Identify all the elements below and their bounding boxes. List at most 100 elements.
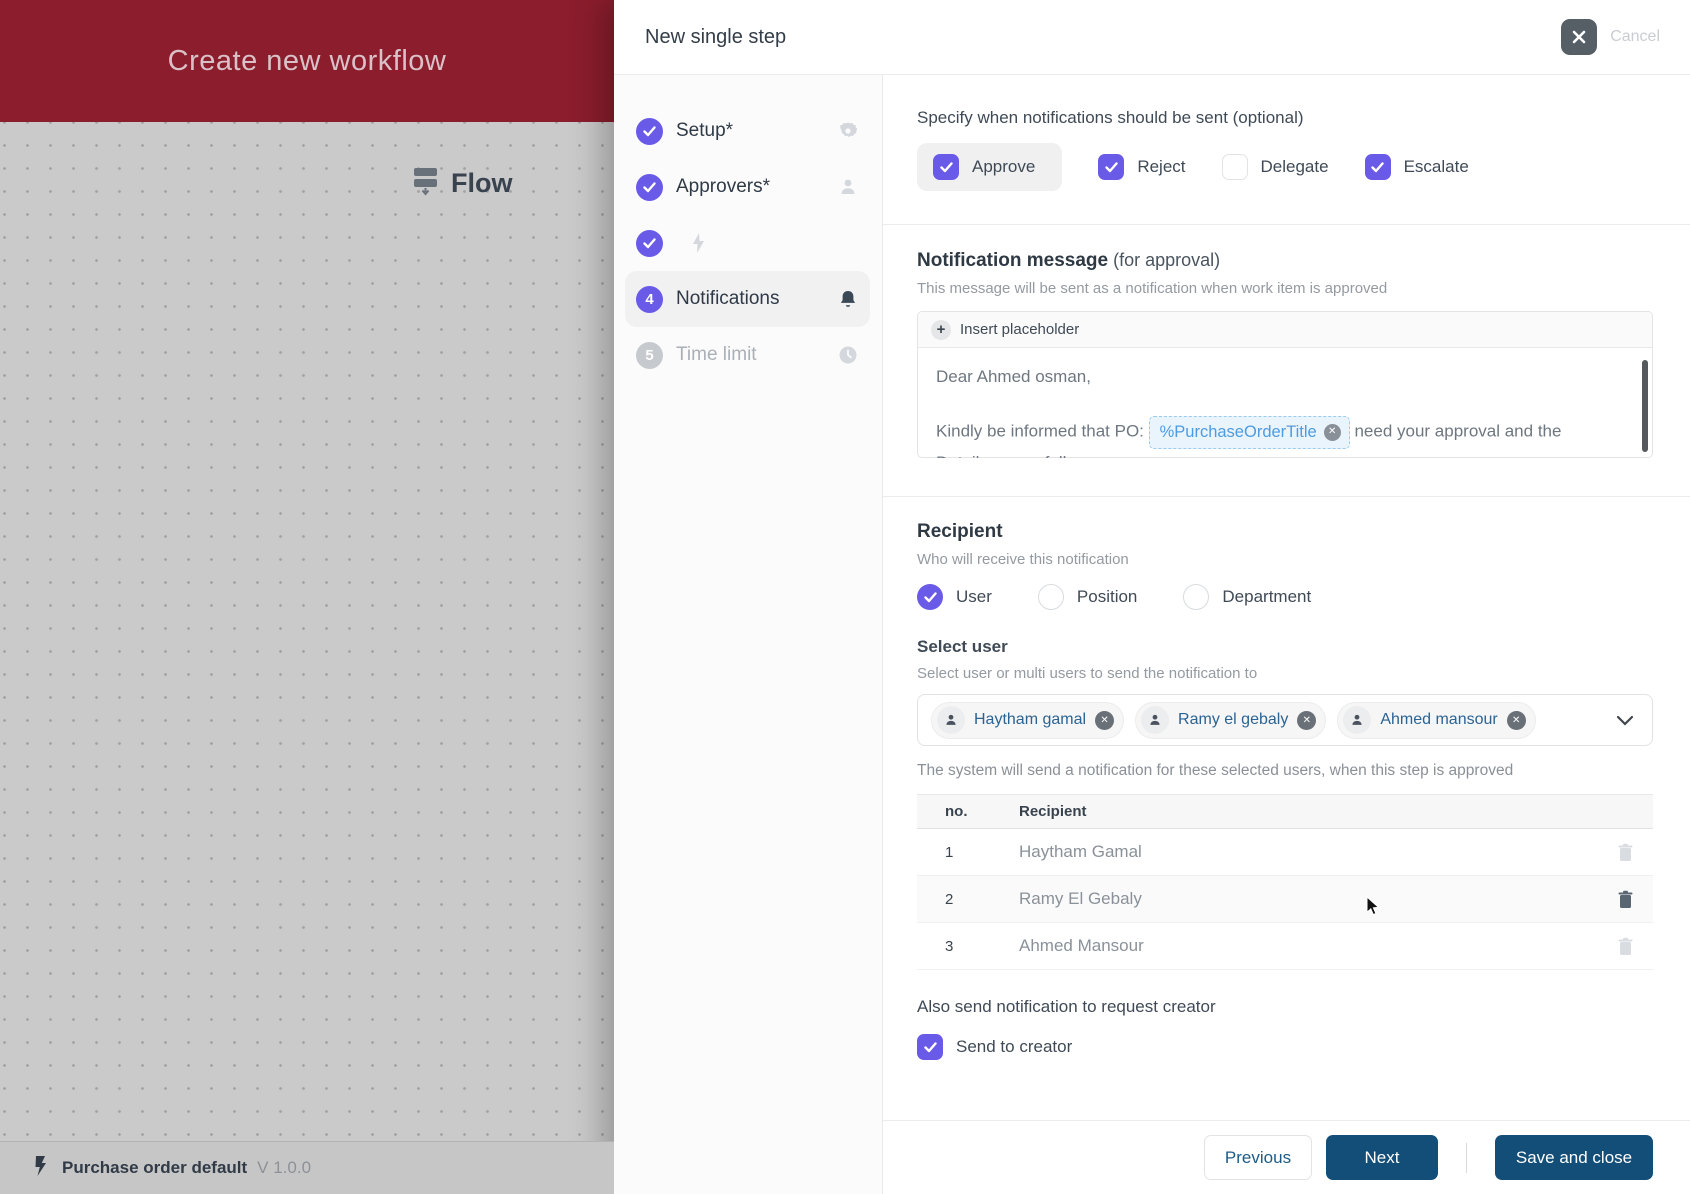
table-row: 2 Ramy El Gebaly — [917, 876, 1653, 923]
step-label: Notifications — [676, 288, 780, 309]
reject-option[interactable]: Reject — [1098, 154, 1186, 180]
modal-header: New single step Cancel — [614, 0, 1690, 75]
recipients-table: no. Recipient 1 Haytham Gamal 2 Ramy El … — [917, 794, 1653, 970]
user-chip[interactable]: Ahmed mansour ✕ — [1337, 701, 1536, 739]
modal-footer: Previous Next Save and close — [883, 1120, 1690, 1194]
recipient-subheading: Who will receive this notification — [917, 551, 1129, 568]
previous-button[interactable]: Previous — [1204, 1135, 1312, 1180]
message-line-1: Dear Ahmed osman, — [936, 367, 1091, 386]
next-button[interactable]: Next — [1326, 1135, 1438, 1180]
sidebar-item-actions[interactable] — [625, 215, 870, 271]
step-label: Approvers* — [676, 176, 770, 197]
notify-when-heading: Specify when notifications should be sen… — [917, 108, 1304, 127]
placeholder-chip[interactable]: %PurchaseOrderTitle ✕ — [1148, 416, 1350, 449]
unselected-radio-icon[interactable] — [1037, 584, 1064, 610]
step-check-icon — [636, 229, 663, 257]
flow-node-label: Flow — [451, 167, 513, 198]
step-label: Time limit — [676, 344, 757, 365]
user-chip[interactable]: Haytham gamal ✕ — [931, 701, 1125, 739]
delegate-label: Delegate — [1260, 157, 1329, 176]
step-label: Setup* — [676, 120, 734, 141]
sidebar-item-notifications[interactable]: 4 Notifications — [625, 271, 870, 327]
escalate-option[interactable]: Escalate — [1364, 154, 1469, 180]
user-chip[interactable]: Ramy el gebaly ✕ — [1135, 701, 1327, 739]
multiselect-note: The system will send a notification for … — [917, 762, 1514, 779]
close-button[interactable] — [1561, 19, 1598, 55]
recipient-type-options: User Position Department — [917, 584, 1653, 610]
step-number-badge: 5 — [636, 341, 663, 369]
workflow-page-header: Create new workflow — [0, 0, 614, 122]
user-chip-name: Ahmed mansour — [1380, 711, 1498, 728]
chip-remove-icon[interactable]: ✕ — [1506, 710, 1526, 730]
radio-department-label: Department — [1222, 587, 1312, 606]
editor-toolbar: + Insert placeholder — [918, 312, 1652, 348]
chip-remove-icon[interactable]: ✕ — [1095, 710, 1115, 730]
insert-placeholder-button[interactable]: Insert placeholder — [960, 321, 1079, 338]
modal-title: New single step — [645, 25, 787, 48]
plus-icon[interactable]: + — [931, 319, 951, 340]
trash-icon[interactable] — [1597, 843, 1653, 862]
step-number-badge: 4 — [636, 285, 663, 313]
save-and-close-button[interactable]: Save and close — [1495, 1135, 1653, 1180]
radio-user[interactable]: User — [917, 584, 992, 610]
unselected-radio-icon[interactable] — [1183, 584, 1210, 610]
message-subheading: This message will be sent as a notificat… — [917, 280, 1388, 297]
flow-node[interactable]: Flow — [412, 165, 513, 201]
editor-scrollbar-thumb[interactable] — [1642, 360, 1648, 452]
message-heading-suffix: (for approval) — [1108, 250, 1221, 270]
sidebar-item-approvers[interactable]: Approvers* — [625, 159, 870, 215]
radio-department[interactable]: Department — [1183, 584, 1311, 610]
workflow-name: Purchase order default — [62, 1158, 248, 1177]
lightning-icon — [690, 232, 707, 254]
approve-option[interactable]: Approve — [917, 143, 1063, 191]
sidebar-item-setup[interactable]: Setup* — [625, 103, 870, 159]
step-sidebar: Setup* Approvers* 4 Notifications 5 Time… — [614, 75, 883, 1194]
message-heading: Notification message (for approval) — [917, 250, 1221, 271]
placeholder-chip-label: %PurchaseOrderTitle — [1159, 423, 1317, 442]
approve-label: Approve — [972, 157, 1036, 176]
unchecked-checkbox-icon[interactable] — [1221, 154, 1248, 180]
placeholder-remove-icon[interactable]: ✕ — [1323, 423, 1341, 441]
notify-when-options: Approve Reject Delegate Escalate — [917, 143, 1653, 191]
notification-message-section: Notification message (for approval) This… — [883, 225, 1690, 497]
message-editor: + Insert placeholder Dear Ahmed osman, K… — [917, 311, 1653, 458]
chevron-down-icon[interactable] — [1616, 715, 1634, 726]
canvas-dot-grid — [0, 122, 614, 1194]
footer-divider — [1466, 1142, 1467, 1173]
message-textarea[interactable]: Dear Ahmed osman, Kindly be informed tha… — [918, 348, 1652, 458]
radio-position-label: Position — [1076, 587, 1138, 606]
selected-radio-icon[interactable] — [917, 584, 943, 610]
cancel-label[interactable]: Cancel — [1610, 28, 1660, 46]
checked-checkbox-icon[interactable] — [933, 154, 959, 180]
workflow-version: V 1.0.0 — [257, 1158, 312, 1177]
workflow-canvas: Create new workflow Flow Purchase order … — [0, 0, 614, 1194]
close-icon — [1572, 30, 1586, 44]
trash-icon[interactable] — [1597, 890, 1653, 909]
send-to-creator-label: Send to creator — [956, 1037, 1073, 1056]
user-chip-name: Ramy el gebaly — [1178, 711, 1289, 728]
checked-checkbox-icon[interactable] — [917, 1034, 943, 1060]
checked-checkbox-icon[interactable] — [1098, 154, 1125, 180]
notify-when-section: Specify when notifications should be sen… — [883, 75, 1690, 225]
radio-position[interactable]: Position — [1037, 584, 1138, 610]
step-check-icon — [636, 173, 663, 201]
table-row: 1 Haytham Gamal — [917, 829, 1653, 876]
canvas-footer-bar: Purchase order default V 1.0.0 — [0, 1141, 614, 1194]
chip-remove-icon[interactable]: ✕ — [1297, 710, 1317, 730]
send-to-creator-option[interactable]: Send to creator — [917, 1034, 1653, 1060]
person-avatar-icon — [1343, 706, 1372, 734]
select-user-hint: Select user or multi users to send the n… — [917, 665, 1258, 682]
message-line-2: Kindly be informed that PO: %PurchaseOrd… — [936, 416, 1612, 458]
delegate-option[interactable]: Delegate — [1221, 154, 1329, 180]
sidebar-item-time-limit[interactable]: 5 Time limit — [625, 327, 870, 383]
select-user-label: Select user — [917, 637, 1008, 656]
user-multiselect[interactable]: Haytham gamal ✕ Ramy el gebaly ✕ Ahmed m… — [917, 694, 1653, 746]
checked-checkbox-icon[interactable] — [1364, 154, 1391, 180]
col-recipient: Recipient — [1019, 803, 1087, 820]
trash-icon[interactable] — [1597, 937, 1653, 956]
escalate-label: Escalate — [1403, 157, 1469, 176]
reject-label: Reject — [1137, 157, 1186, 176]
person-avatar-icon — [1141, 706, 1170, 734]
modal-main: Specify when notifications should be sen… — [883, 75, 1690, 1194]
person-icon — [838, 177, 858, 197]
